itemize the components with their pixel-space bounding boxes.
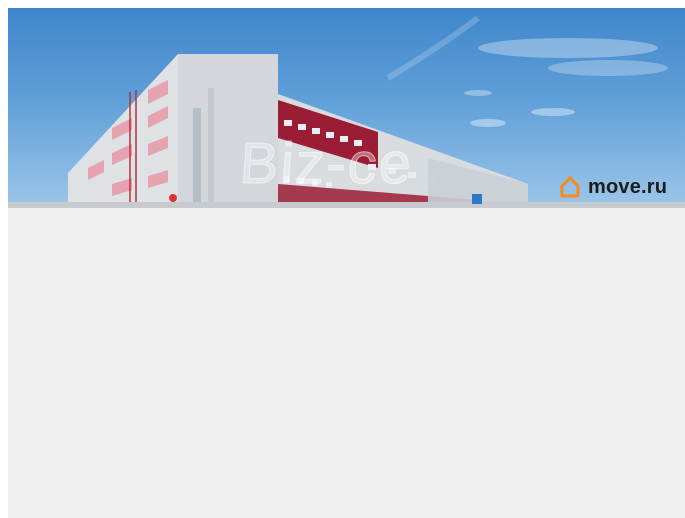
clouds (386, 15, 668, 127)
image-placeholder-area (8, 208, 685, 518)
house-icon (558, 175, 582, 199)
watermark-text: Biz-ce (237, 131, 416, 197)
listing-image-frame: Biz-ce move.ru (8, 8, 685, 518)
logo-text: move.ru (588, 175, 668, 198)
warehouse-photo[interactable]: Biz-ce move.ru (8, 8, 685, 208)
move-ru-logo[interactable]: move.ru (558, 174, 667, 200)
